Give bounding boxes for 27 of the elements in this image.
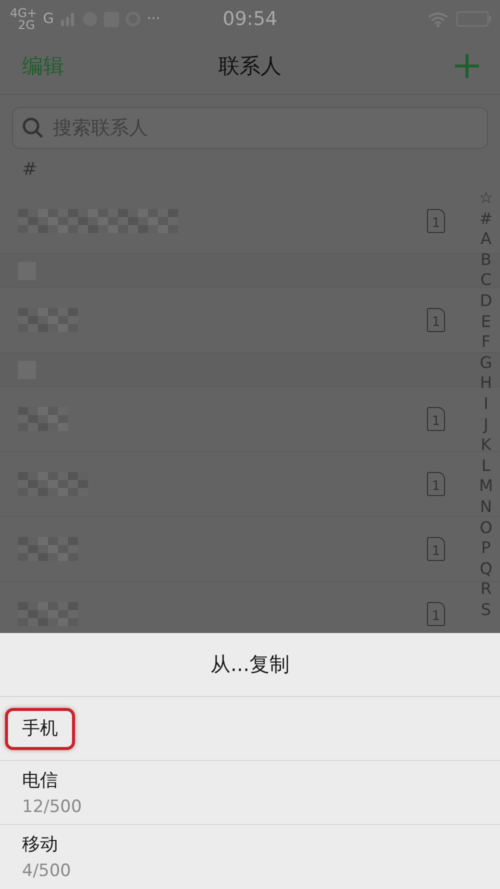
wifi-icon	[428, 12, 448, 26]
option-label: 移动	[22, 833, 58, 857]
index-letter[interactable]: ☆	[478, 188, 494, 209]
clock: 09:54	[222, 8, 278, 30]
edit-button[interactable]: 编辑	[22, 52, 64, 80]
network-label: 2G	[17, 19, 36, 31]
copy-source-option[interactable]: 电信 12/500	[0, 761, 500, 825]
blurred-name	[18, 602, 78, 626]
network-label: G	[43, 11, 54, 27]
page-title: 联系人	[218, 53, 282, 80]
capacity-text: 12/500	[22, 796, 83, 816]
highlighted-label: 手机	[5, 708, 75, 750]
index-letter[interactable]: #	[479, 208, 493, 230]
blurred-name	[18, 537, 78, 561]
blurred-name	[18, 407, 68, 431]
copy-source-option[interactable]: 手机	[0, 697, 500, 761]
network-label: 4G+	[10, 7, 37, 19]
blurred-name	[18, 308, 78, 332]
more-notifications: ···	[146, 11, 160, 27]
search-icon	[22, 117, 44, 139]
add-icon[interactable]	[454, 53, 480, 79]
blurred-name	[18, 472, 88, 496]
capacity-text: 4/500	[22, 861, 72, 881]
sheet-title: 从...复制	[210, 651, 290, 678]
option-label: 电信	[22, 768, 58, 792]
copy-source-option[interactable]: 移动 4/500	[0, 825, 500, 889]
section-header: #	[22, 158, 38, 180]
